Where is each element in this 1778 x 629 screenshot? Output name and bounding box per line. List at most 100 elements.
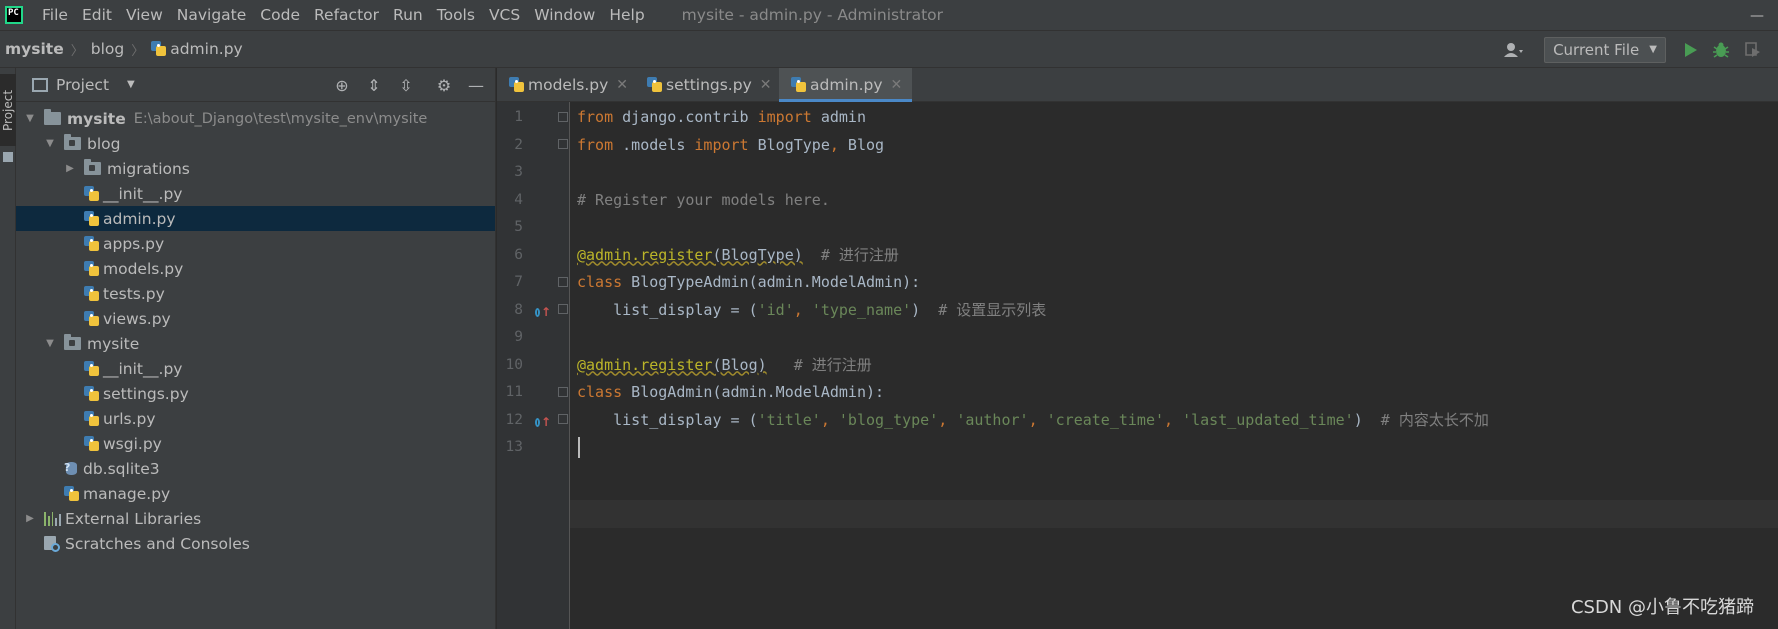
- menu-vcs[interactable]: VCS: [482, 6, 527, 24]
- watermark: CSDN @小鲁不吃猪蹄: [1570, 597, 1754, 618]
- tree-item-init-py[interactable]: __init__.py: [16, 181, 495, 206]
- code-editor[interactable]: from django.contrib import admin from .m…: [577, 102, 1777, 629]
- tree-item-db-sqlite3[interactable]: ? db.sqlite3: [16, 456, 495, 481]
- user-icon[interactable]: [1504, 42, 1524, 58]
- breadcrumb-separator-icon: 〉: [70, 43, 84, 59]
- tree-item-models-py[interactable]: models.py: [16, 256, 495, 281]
- line-number: 8: [514, 301, 523, 318]
- tree-item-mysite-root[interactable]: ▼ mysite E:\about_Django\test\mysite_env…: [16, 106, 495, 131]
- chevron-down-icon: ▼: [127, 79, 135, 90]
- tab-label: models.py: [528, 76, 609, 94]
- menu-navigate[interactable]: Navigate: [170, 6, 254, 24]
- tree-item-label: External Libraries: [65, 509, 202, 528]
- tree-item-label: blog: [87, 134, 121, 153]
- libraries-icon: [44, 511, 61, 526]
- close-icon[interactable]: ✕: [616, 77, 628, 93]
- tree-item-blog[interactable]: ▼ blog: [16, 131, 495, 156]
- line-number: 9: [514, 329, 523, 345]
- close-icon[interactable]: ✕: [891, 77, 903, 93]
- gear-icon[interactable]: ⚙: [431, 72, 457, 98]
- structure-icon[interactable]: [3, 152, 13, 162]
- chevron-right-icon[interactable]: ▶: [24, 513, 36, 524]
- minimize-icon[interactable]: —: [1736, 0, 1778, 31]
- menu-file[interactable]: File: [35, 6, 75, 24]
- locate-file-icon[interactable]: ⊕: [329, 72, 355, 98]
- tree-item-label: admin.py: [103, 209, 176, 228]
- code-line-12: list_display = ('title', 'blog_type', 'a…: [577, 410, 1489, 429]
- chevron-down-icon: ▼: [1649, 44, 1657, 55]
- hide-panel-icon[interactable]: —: [463, 72, 489, 98]
- tree-item-urls-py[interactable]: urls.py: [16, 406, 495, 431]
- debug-icon[interactable]: [1712, 41, 1730, 59]
- code-line-6: @admin.register(BlogType) # 进行注册: [577, 245, 899, 264]
- tree-item-views-py[interactable]: views.py: [16, 306, 495, 331]
- breadcrumb-file[interactable]: admin.py: [170, 40, 243, 58]
- tree-item-admin-py[interactable]: admin.py: [16, 206, 495, 231]
- chevron-right-icon[interactable]: ▶: [64, 163, 76, 174]
- tree-item-mysite-package[interactable]: ▼ mysite: [16, 331, 495, 356]
- tree-item-label: manage.py: [83, 484, 171, 503]
- menu-window[interactable]: Window: [527, 6, 602, 24]
- run-with-coverage-icon[interactable]: [1744, 41, 1762, 59]
- override-method-icon[interactable]: ↑: [535, 305, 551, 319]
- menu-help[interactable]: Help: [602, 6, 651, 24]
- breadcrumb-project[interactable]: mysite: [5, 40, 64, 58]
- project-panel: Project ▼ ⊕ ⇕ ⇳ ⚙ — ▼ mysite E:\about_Dja…: [16, 68, 496, 629]
- tab-settings-py[interactable]: settings.py ✕: [647, 68, 777, 102]
- menu-edit[interactable]: Edit: [75, 6, 119, 24]
- code-line-11: class BlogAdmin(admin.ModelAdmin):: [577, 383, 885, 401]
- window-title: mysite - admin.py - Administrator: [681, 6, 943, 24]
- python-file-icon: [64, 485, 80, 502]
- menu-run[interactable]: Run: [386, 6, 430, 24]
- fold-icon[interactable]: [558, 387, 568, 397]
- editor-tabs: models.py ✕ settings.py ✕ admin.py ✕: [497, 68, 1778, 102]
- tree-item-label: db.sqlite3: [83, 459, 160, 478]
- project-tool-window-button[interactable]: Project: [0, 74, 16, 146]
- tree-item-migrations[interactable]: ▶ migrations: [16, 156, 495, 181]
- chevron-down-icon[interactable]: ▼: [24, 113, 36, 124]
- tab-admin-py[interactable]: admin.py ✕: [779, 68, 913, 102]
- python-file-icon: [84, 210, 100, 227]
- tab-models-py[interactable]: models.py ✕: [509, 68, 634, 102]
- tree-item-apps-py[interactable]: apps.py: [16, 231, 495, 256]
- menu-tools[interactable]: Tools: [430, 6, 482, 24]
- line-number: 11: [505, 384, 523, 400]
- fold-icon[interactable]: [558, 112, 568, 122]
- breadcrumb-folder[interactable]: blog: [91, 40, 124, 58]
- scratches-icon: [44, 535, 61, 552]
- editor-gutter: 1 2 3 4 5 6 7 8 9 10 11 12 13 ↑ ↑: [497, 102, 570, 629]
- tree-item-settings-py[interactable]: settings.py: [16, 381, 495, 406]
- pycharm-logo-icon[interactable]: PC: [5, 6, 23, 24]
- menu-code[interactable]: Code: [253, 6, 307, 24]
- close-icon[interactable]: ✕: [760, 77, 772, 93]
- tree-item-label: settings.py: [103, 384, 189, 403]
- menu-refactor[interactable]: Refactor: [307, 6, 386, 24]
- project-view-select[interactable]: Project ▼: [56, 76, 135, 94]
- tree-item-label: mysite: [67, 109, 126, 128]
- project-view-icon: [32, 77, 48, 92]
- tree-item-manage-py[interactable]: manage.py: [16, 481, 495, 506]
- tree-item-init-py[interactable]: __init__.py: [16, 356, 495, 381]
- expand-all-icon[interactable]: ⇕: [361, 72, 387, 98]
- line-number: 13: [505, 439, 523, 455]
- code-line-2: from .models import BlogType, Blog: [577, 135, 885, 154]
- fold-icon[interactable]: [558, 277, 568, 287]
- fold-icon[interactable]: [558, 414, 568, 424]
- code-line-8: list_display = ('id', 'type_name') # 设置显…: [577, 300, 1047, 319]
- tree-item-scratches-and-consoles[interactable]: Scratches and Consoles: [16, 531, 495, 556]
- run-configuration-select[interactable]: Current File ▼: [1544, 36, 1666, 63]
- run-icon[interactable]: [1684, 42, 1698, 58]
- tree-item-external-libraries[interactable]: ▶ External Libraries: [16, 506, 495, 531]
- chevron-down-icon[interactable]: ▼: [44, 338, 56, 349]
- tree-item-label: __init__.py: [103, 184, 183, 203]
- tree-item-wsgi-py[interactable]: wsgi.py: [16, 431, 495, 456]
- text-cursor: [578, 437, 580, 458]
- fold-icon[interactable]: [558, 139, 568, 149]
- folder-icon: [44, 109, 61, 125]
- override-method-icon[interactable]: ↑: [535, 415, 551, 429]
- fold-icon[interactable]: [558, 304, 568, 314]
- menu-view[interactable]: View: [119, 6, 170, 24]
- collapse-all-icon[interactable]: ⇳: [393, 72, 419, 98]
- tree-item-tests-py[interactable]: tests.py: [16, 281, 495, 306]
- chevron-down-icon[interactable]: ▼: [44, 138, 56, 149]
